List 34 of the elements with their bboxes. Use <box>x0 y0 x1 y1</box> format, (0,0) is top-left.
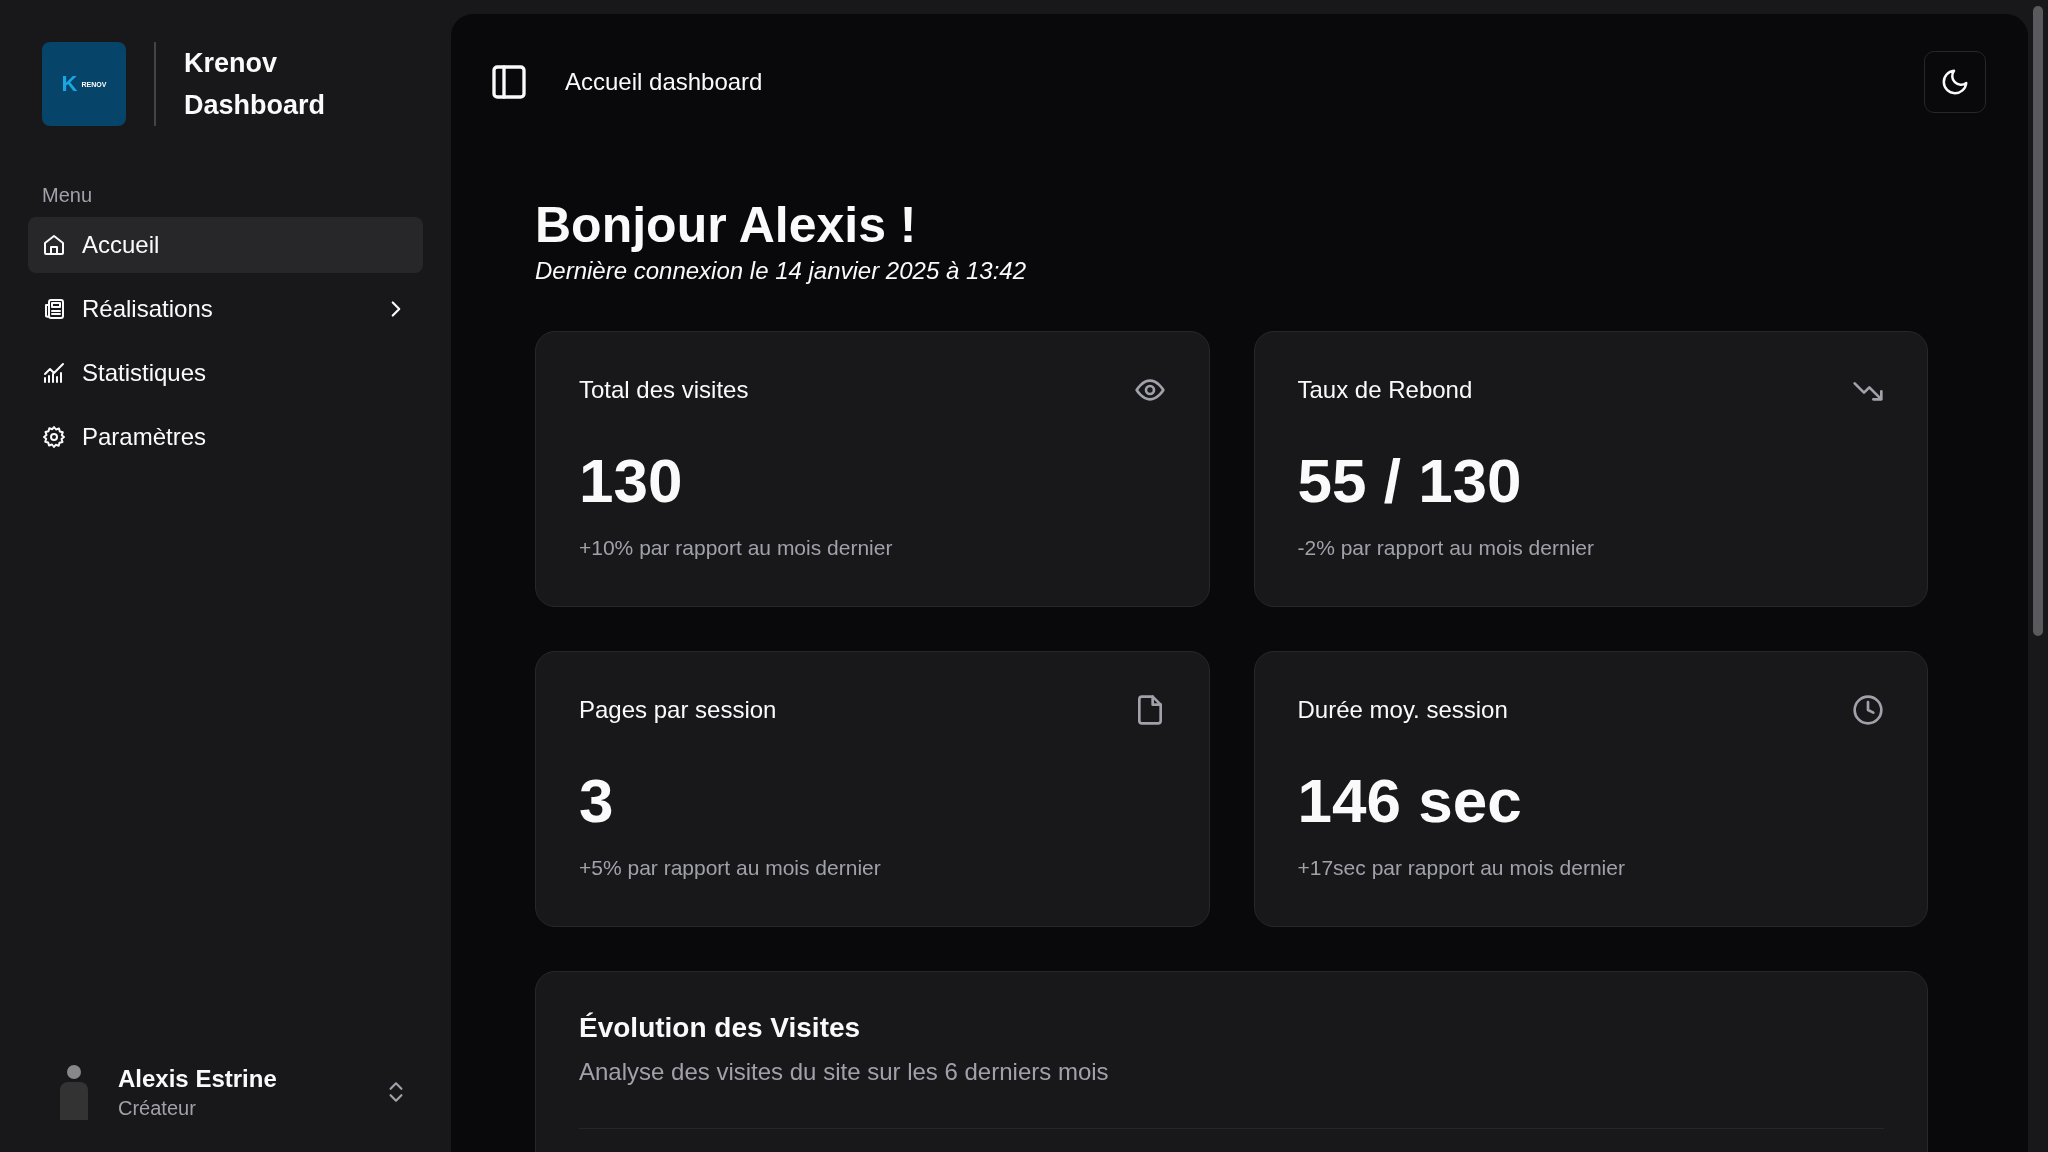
stat-change: +17sec par rapport au mois dernier <box>1297 856 1626 880</box>
theme-toggle-button[interactable] <box>1924 51 1986 113</box>
scrollbar-thumb[interactable] <box>2033 6 2043 636</box>
clock-icon <box>1852 694 1884 726</box>
stat-change: +5% par rapport au mois dernier <box>579 856 882 880</box>
user-role: Créateur <box>118 1096 197 1120</box>
stat-value: 55 / 130 <box>1297 450 1523 512</box>
house-icon <box>42 233 66 257</box>
user-name: Alexis Estrine <box>118 1064 278 1093</box>
bar-chart-icon <box>42 361 66 385</box>
stat-value: 130 <box>579 450 684 512</box>
newspaper-icon <box>42 297 66 321</box>
nav-item[interactable]: Accueil <box>28 217 423 273</box>
moon-icon <box>1940 67 1970 97</box>
sidebar-toggle-icon[interactable] <box>489 62 529 102</box>
stat-value: 146 sec <box>1297 770 1523 832</box>
settings-icon <box>42 425 66 449</box>
chart-subtitle: Analyse des visites du site sur les 6 derniers mois <box>579 1058 1110 1086</box>
nav-item[interactable]: Réalisations <box>28 281 423 337</box>
last-login-text: Dernière connexion le 14 janvier 2025 à 13:42 <box>535 257 1027 285</box>
page-title: Accueil dashboard <box>565 68 764 96</box>
stat-value: 3 <box>579 770 615 832</box>
nav-item[interactable]: Paramètres <box>28 409 423 465</box>
chart-title: Évolution des Visites <box>579 1012 862 1044</box>
stat-label: Durée moy. session <box>1297 696 1508 724</box>
greeting-heading: Bonjour Alexis ! <box>535 198 918 253</box>
stat-change: -2% par rapport au mois dernier <box>1297 536 1595 560</box>
stat-label: Pages par session <box>579 696 777 724</box>
stat-label: Taux de Rebond <box>1297 376 1473 404</box>
section-label: Menu <box>42 184 94 207</box>
stat-label: Total des visites <box>579 376 749 404</box>
stat-change: +10% par rapport au mois dernier <box>579 536 894 560</box>
app-title: Krenov Dashboard <box>184 47 327 122</box>
nav-item[interactable]: Statistiques <box>28 345 423 401</box>
